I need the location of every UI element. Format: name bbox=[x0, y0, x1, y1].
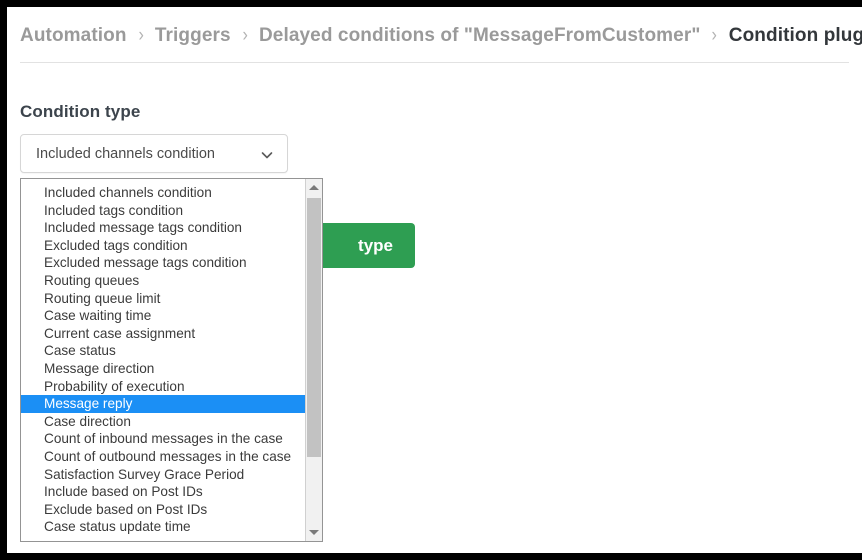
option-item[interactable]: Excluded tags condition bbox=[21, 237, 305, 255]
scroll-up-arrow-icon[interactable] bbox=[306, 179, 322, 196]
option-item[interactable]: Case status update time bbox=[21, 518, 305, 536]
option-item[interactable]: Message reply bbox=[21, 395, 305, 413]
option-item[interactable]: Count of inbound messages in the case bbox=[21, 430, 305, 448]
breadcrumb-separator-icon: › bbox=[138, 25, 144, 46]
condition-type-option-items: Included channels condition Included tags… bbox=[21, 179, 305, 541]
option-item[interactable]: Count of outbound messages in the case bbox=[21, 448, 305, 466]
option-item[interactable]: Case direction bbox=[21, 413, 305, 431]
option-item[interactable]: Case status bbox=[21, 342, 305, 360]
breadcrumb-item-3[interactable]: Delayed conditions of "MessageFromCustom… bbox=[259, 25, 700, 47]
scroll-up-triangle bbox=[309, 185, 319, 190]
option-list-scrollbar[interactable] bbox=[305, 179, 322, 541]
breadcrumb-divider bbox=[20, 62, 849, 63]
breadcrumb-separator-icon: › bbox=[242, 25, 248, 46]
breadcrumb: Automation › Triggers › Delayed conditions o… bbox=[20, 19, 862, 53]
page-content: Automation › Triggers › Delayed conditions o… bbox=[7, 7, 862, 553]
scroll-down-triangle bbox=[309, 530, 319, 535]
option-item[interactable]: Routing queues bbox=[21, 272, 305, 290]
option-item[interactable]: Message direction bbox=[21, 360, 305, 378]
option-item[interactable]: Satisfaction Survey Grace Period bbox=[21, 466, 305, 484]
option-item[interactable]: Included message tags condition bbox=[21, 219, 305, 237]
option-item[interactable]: Routing queue limit bbox=[21, 290, 305, 308]
option-item[interactable]: Current case assignment bbox=[21, 325, 305, 343]
breadcrumb-item-2[interactable]: Triggers bbox=[155, 25, 231, 47]
condition-type-select[interactable]: Included channels condition bbox=[20, 134, 288, 173]
page-title: Condition type bbox=[20, 102, 141, 122]
breadcrumb-separator-icon: › bbox=[711, 25, 718, 46]
chevron-down-icon bbox=[261, 149, 273, 161]
screenshot-viewport: Automation › Triggers › Delayed conditions o… bbox=[0, 0, 862, 560]
option-item[interactable]: Include based on Post IDs bbox=[21, 483, 305, 501]
condition-type-option-list[interactable]: Included channels condition Included tags… bbox=[20, 178, 323, 542]
option-item[interactable]: Case waiting time bbox=[21, 307, 305, 325]
scrollbar-thumb[interactable] bbox=[307, 198, 321, 457]
option-item[interactable]: Excluded message tags condition bbox=[21, 254, 305, 272]
condition-type-select-value: Included channels condition bbox=[36, 146, 215, 162]
option-item[interactable]: Exclude based on Post IDs bbox=[21, 501, 305, 519]
scroll-down-arrow-icon[interactable] bbox=[306, 524, 322, 541]
breadcrumb-item-1[interactable]: Automation bbox=[20, 25, 127, 47]
option-item[interactable]: Included tags condition bbox=[21, 202, 305, 220]
option-item[interactable]: Included channels condition bbox=[21, 184, 305, 202]
breadcrumb-item-4: Condition plugin bbox=[728, 25, 862, 46]
option-item[interactable]: Probability of execution bbox=[21, 378, 305, 396]
